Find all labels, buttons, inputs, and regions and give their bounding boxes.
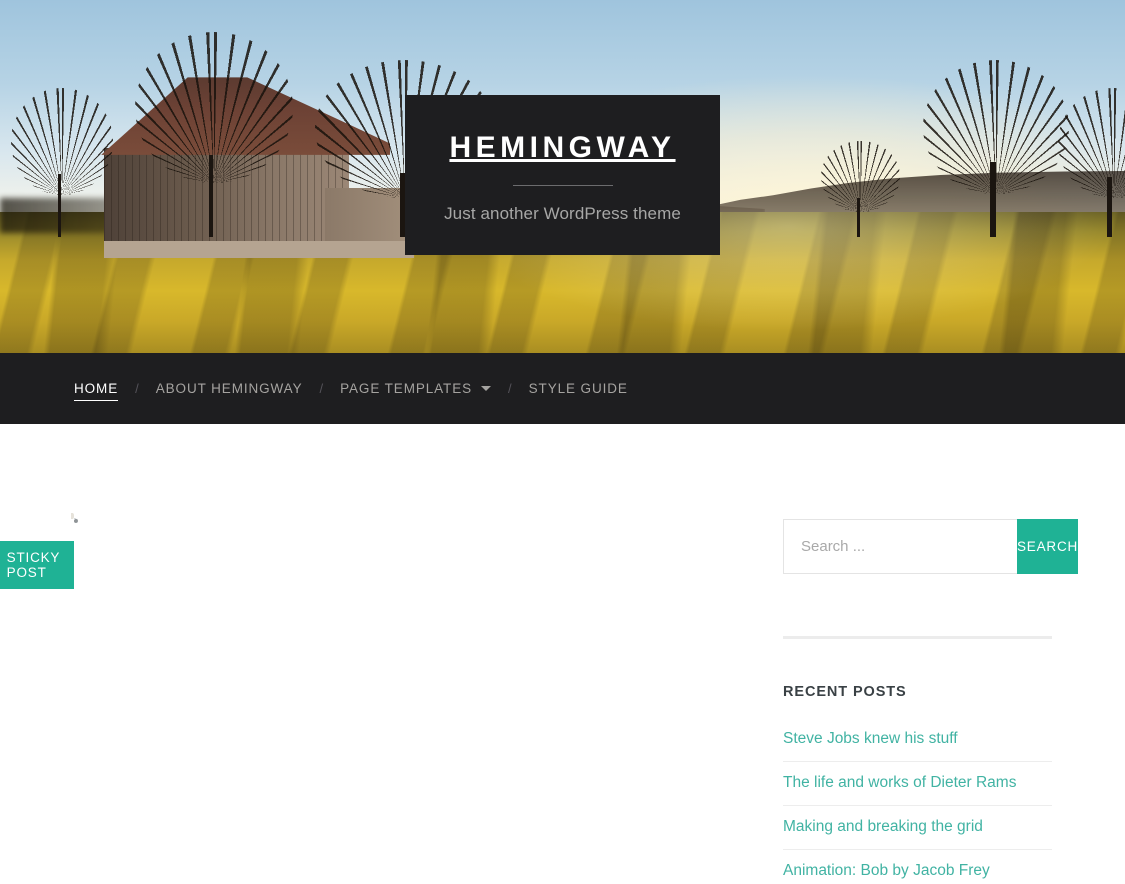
hero-tree-left-2 xyxy=(135,31,293,237)
recent-post-link[interactable]: Making and breaking the grid xyxy=(783,806,1052,849)
tree-crown xyxy=(821,141,900,212)
recent-posts-widget: Recent Posts Steve Jobs knew his stuff T… xyxy=(783,684,1052,884)
nav-link-style-guide[interactable]: STYLE GUIDE xyxy=(529,377,628,400)
nav-list: HOME / ABOUT HEMINGWAY / PAGE TEMPLATES … xyxy=(74,377,628,401)
nav-item-style-guide[interactable]: STYLE GUIDE xyxy=(529,377,628,400)
list-item[interactable]: Animation: Bob by Jacob Frey xyxy=(783,850,1052,884)
tree-trunk xyxy=(1107,177,1112,237)
nav-item-home[interactable]: HOME xyxy=(74,377,119,401)
nav-link-page-templates-label: PAGE TEMPLATES xyxy=(340,381,473,396)
list-item[interactable]: Making and breaking the grid xyxy=(783,806,1052,850)
barn-foundation xyxy=(104,241,415,258)
site-hero-header: HEMINGWAY Just another WordPress theme xyxy=(0,0,1125,353)
tree-trunk xyxy=(989,162,996,237)
search-input[interactable] xyxy=(783,519,1017,574)
site-title[interactable]: HEMINGWAY xyxy=(449,132,675,163)
tree-trunk xyxy=(857,198,861,237)
tree-trunk xyxy=(399,172,405,237)
nav-link-about-hemingway[interactable]: ABOUT HEMINGWAY xyxy=(156,377,303,400)
page-body: STICKY POST Search Recent Posts Steve Jo… xyxy=(0,424,1125,884)
tree-crown xyxy=(1057,88,1125,198)
recent-post-link[interactable]: Animation: Bob by Jacob Frey xyxy=(783,850,1052,884)
list-item[interactable]: The life and works of Dieter Rams xyxy=(783,762,1052,806)
branding-divider xyxy=(512,184,613,186)
nav-separator: / xyxy=(319,381,324,396)
hero-tree-left-1 xyxy=(11,88,113,237)
nav-item-about-hemingway[interactable]: ABOUT HEMINGWAY xyxy=(156,377,303,400)
nav-item-page-templates[interactable]: PAGE TEMPLATES xyxy=(340,377,492,400)
nav-separator: / xyxy=(508,381,512,396)
recent-posts-title: Recent Posts xyxy=(783,684,907,700)
list-item[interactable]: Steve Jobs knew his stuff xyxy=(783,718,1052,762)
hero-tree-right-2 xyxy=(1057,88,1125,237)
recent-post-link[interactable]: The life and works of Dieter Rams xyxy=(783,762,1052,805)
hero-tree-mid-small xyxy=(821,141,900,237)
recent-posts-list: Steve Jobs knew his stuff The life and w… xyxy=(783,718,1052,884)
site-branding: HEMINGWAY Just another WordPress theme xyxy=(405,95,720,255)
recent-post-link[interactable]: Steve Jobs knew his stuff xyxy=(783,718,1052,761)
hero-tree-right-1 xyxy=(922,60,1069,237)
main-content: STICKY POST xyxy=(0,513,709,884)
primary-navigation: HOME / ABOUT HEMINGWAY / PAGE TEMPLATES … xyxy=(0,353,1125,424)
tree-crown xyxy=(135,31,293,184)
sidebar: Search Recent Posts Steve Jobs knew his … xyxy=(783,519,1079,884)
search-widget: Search xyxy=(783,519,1079,574)
nav-link-home[interactable]: HOME xyxy=(74,377,119,401)
tree-crown xyxy=(11,88,113,195)
tree-trunk xyxy=(57,174,61,237)
search-button[interactable]: Search xyxy=(1017,519,1079,574)
site-tagline: Just another WordPress theme xyxy=(444,203,681,223)
nav-separator: / xyxy=(135,381,139,396)
chevron-down-icon[interactable] xyxy=(481,386,492,391)
tree-trunk xyxy=(209,154,214,237)
widget-divider xyxy=(783,636,1052,639)
nav-link-page-templates[interactable]: PAGE TEMPLATES xyxy=(340,377,492,400)
